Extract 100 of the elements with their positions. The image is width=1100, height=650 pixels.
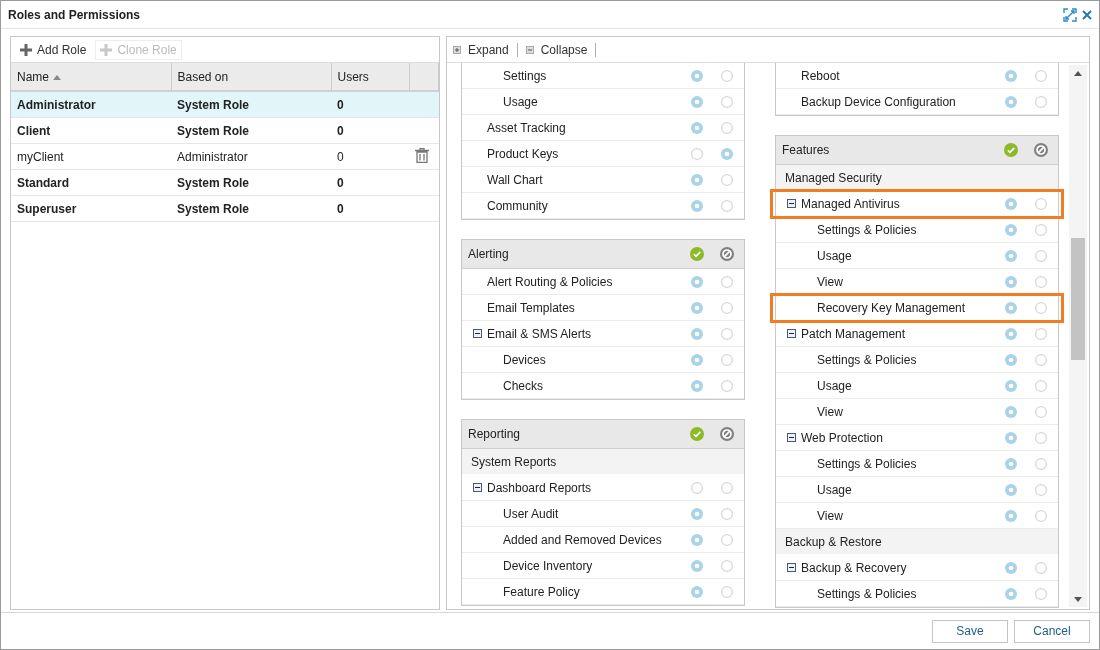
radio-button[interactable] bbox=[1005, 509, 1017, 522]
radio-button[interactable] bbox=[1005, 379, 1017, 392]
scroll-down-icon[interactable] bbox=[1074, 597, 1082, 602]
radio-button[interactable] bbox=[691, 301, 703, 314]
collapse-icon[interactable] bbox=[787, 433, 796, 442]
radio-button[interactable] bbox=[1005, 275, 1017, 288]
radio-button[interactable] bbox=[1035, 69, 1047, 82]
expand-all-button[interactable]: Expand bbox=[453, 42, 518, 57]
column-header[interactable]: Users bbox=[331, 63, 409, 91]
radio-button[interactable] bbox=[1005, 561, 1017, 574]
allow-all-icon[interactable] bbox=[1004, 143, 1018, 157]
deny-all-icon[interactable] bbox=[720, 427, 734, 441]
radio-button[interactable] bbox=[691, 585, 703, 598]
radio-button[interactable] bbox=[691, 559, 703, 572]
collapse-icon[interactable] bbox=[787, 563, 796, 572]
radio-button[interactable] bbox=[721, 533, 733, 546]
radio-button[interactable] bbox=[1005, 327, 1017, 340]
radio-button[interactable] bbox=[1005, 353, 1017, 366]
deny-all-icon[interactable] bbox=[1034, 143, 1048, 157]
radio-button[interactable] bbox=[691, 69, 703, 82]
radio-button[interactable] bbox=[1035, 275, 1047, 288]
permission-label: View bbox=[817, 404, 843, 419]
collapse-all-button[interactable]: Collapse bbox=[525, 42, 597, 57]
radio-button[interactable] bbox=[721, 121, 733, 134]
scrollbar[interactable] bbox=[1069, 65, 1087, 607]
radio-button[interactable] bbox=[1035, 483, 1047, 496]
radio-button[interactable] bbox=[721, 301, 733, 314]
radio-button[interactable] bbox=[721, 95, 733, 108]
radio-button[interactable] bbox=[721, 379, 733, 392]
allow-all-icon[interactable] bbox=[690, 247, 704, 261]
radio-button[interactable] bbox=[1005, 197, 1017, 210]
radio-button[interactable] bbox=[1005, 483, 1017, 496]
radio-button[interactable] bbox=[691, 353, 703, 366]
radio-button[interactable] bbox=[691, 173, 703, 186]
radio-button[interactable] bbox=[691, 533, 703, 546]
radio-button[interactable] bbox=[721, 199, 733, 212]
radio-button[interactable] bbox=[1035, 95, 1047, 108]
radio-button[interactable] bbox=[691, 95, 703, 108]
radio-button[interactable] bbox=[721, 481, 733, 494]
radio-button[interactable] bbox=[1035, 561, 1047, 574]
radio-button[interactable] bbox=[1035, 379, 1047, 392]
radio-button[interactable] bbox=[721, 327, 733, 340]
radio-button[interactable] bbox=[721, 69, 733, 82]
radio-button[interactable] bbox=[1035, 197, 1047, 210]
radio-button[interactable] bbox=[1035, 431, 1047, 444]
radio-button[interactable] bbox=[1035, 457, 1047, 470]
collapse-icon[interactable] bbox=[787, 329, 796, 338]
radio-button[interactable] bbox=[721, 559, 733, 572]
cancel-button[interactable]: Cancel bbox=[1014, 619, 1090, 643]
collapse-icon[interactable] bbox=[473, 329, 482, 338]
scroll-up-icon[interactable] bbox=[1074, 71, 1082, 76]
column-header[interactable]: Name bbox=[11, 63, 171, 91]
radio-button[interactable] bbox=[691, 327, 703, 340]
deny-all-icon[interactable] bbox=[720, 247, 734, 261]
radio-button[interactable] bbox=[721, 507, 733, 520]
radio-button[interactable] bbox=[1005, 69, 1017, 82]
radio-button[interactable] bbox=[691, 121, 703, 134]
permission-label: Checks bbox=[503, 378, 543, 393]
radio-button[interactable] bbox=[691, 481, 703, 494]
collapse-icon[interactable] bbox=[787, 199, 796, 208]
radio-button[interactable] bbox=[1005, 457, 1017, 470]
radio-button[interactable] bbox=[691, 275, 703, 288]
maximize-icon[interactable] bbox=[1063, 7, 1077, 22]
radio-button[interactable] bbox=[1005, 223, 1017, 236]
radio-button[interactable] bbox=[691, 147, 703, 160]
radio-button[interactable] bbox=[1005, 249, 1017, 262]
radio-button[interactable] bbox=[1005, 95, 1017, 108]
radio-button[interactable] bbox=[691, 199, 703, 212]
radio-button[interactable] bbox=[1005, 301, 1017, 314]
radio-button[interactable] bbox=[1035, 405, 1047, 418]
permission-label: Alert Routing & Policies bbox=[487, 274, 613, 289]
radio-button[interactable] bbox=[691, 507, 703, 520]
radio-button[interactable] bbox=[1035, 353, 1047, 366]
radio-button[interactable] bbox=[1035, 327, 1047, 340]
table-row[interactable]: Client System Role 0 bbox=[11, 117, 439, 144]
close-icon[interactable] bbox=[1081, 8, 1093, 21]
radio-button[interactable] bbox=[721, 353, 733, 366]
trash-icon[interactable] bbox=[415, 147, 429, 163]
table-row[interactable]: Superuser System Role 0 bbox=[11, 195, 439, 222]
collapse-icon[interactable] bbox=[473, 483, 482, 492]
save-button[interactable]: Save bbox=[932, 619, 1008, 643]
allow-all-icon[interactable] bbox=[690, 427, 704, 441]
radio-button[interactable] bbox=[691, 379, 703, 392]
radio-button[interactable] bbox=[721, 275, 733, 288]
scroll-thumb[interactable] bbox=[1071, 238, 1085, 360]
radio-button[interactable] bbox=[1035, 223, 1047, 236]
radio-button[interactable] bbox=[1035, 301, 1047, 314]
table-row[interactable]: myClient Administrator 0 bbox=[11, 143, 439, 170]
radio-button[interactable] bbox=[1005, 405, 1017, 418]
table-row[interactable]: Administrator System Role 0 bbox=[11, 91, 439, 118]
radio-button[interactable] bbox=[721, 173, 733, 186]
radio-button[interactable] bbox=[1035, 509, 1047, 522]
radio-button[interactable] bbox=[1005, 431, 1017, 444]
column-header[interactable]: Based on bbox=[171, 63, 331, 91]
radio-button[interactable] bbox=[721, 147, 733, 160]
radio-button[interactable] bbox=[1005, 587, 1017, 600]
radio-button[interactable] bbox=[721, 585, 733, 598]
radio-button[interactable] bbox=[1035, 249, 1047, 262]
table-row[interactable]: Standard System Role 0 bbox=[11, 169, 439, 196]
radio-button[interactable] bbox=[1035, 587, 1047, 600]
